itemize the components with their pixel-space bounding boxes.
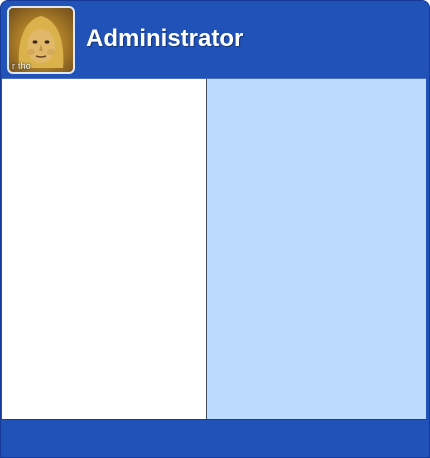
- user-name: Administrator: [86, 25, 244, 52]
- user-avatar[interactable]: r tho: [7, 6, 75, 74]
- places-pane: [207, 79, 426, 419]
- start-menu: r tho Administrator: [0, 0, 430, 458]
- start-menu-footer: [1, 420, 429, 458]
- avatar-caption: r tho: [12, 61, 32, 71]
- start-menu-header: r tho Administrator: [1, 1, 429, 78]
- programs-pane: [2, 79, 207, 419]
- start-menu-body: [2, 78, 426, 420]
